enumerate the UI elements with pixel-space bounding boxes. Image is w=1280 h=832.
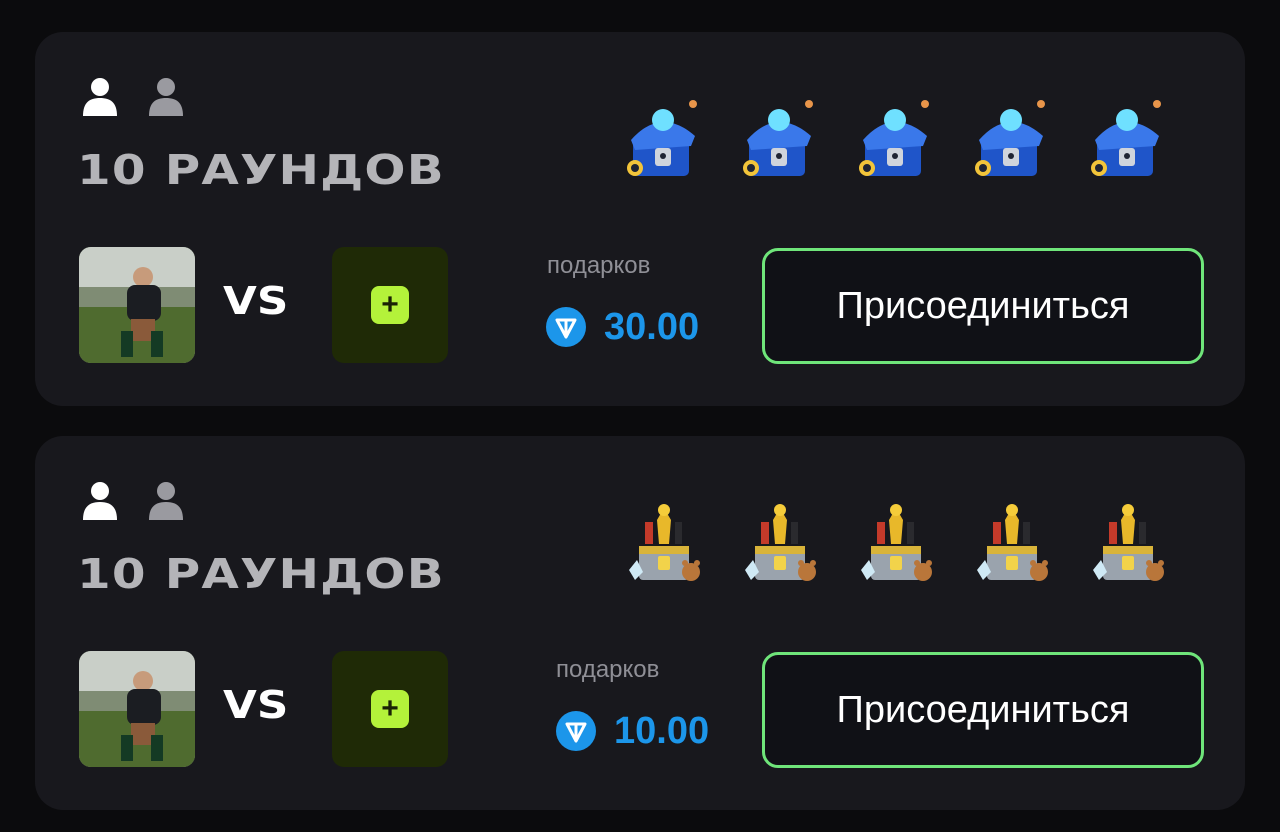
- player-slots: [81, 76, 185, 116]
- blue-chest-icon: [859, 100, 929, 176]
- rounds-title: 10 РАУНДОВ: [77, 550, 445, 598]
- join-button[interactable]: Присоединиться: [762, 652, 1204, 768]
- lobby-card: 10 РАУНДОВ: [35, 32, 1245, 406]
- chest-list: [625, 96, 1167, 186]
- player-avatar: [79, 651, 195, 767]
- vs-label: VS: [223, 683, 289, 727]
- empty-player-slot[interactable]: +: [332, 651, 448, 767]
- prize-label: подарков: [556, 656, 660, 683]
- prize-value: 10.00: [614, 710, 710, 752]
- user-icon: [83, 78, 117, 116]
- gold-chest-icon: [1093, 504, 1164, 581]
- blue-chest-icon: [743, 100, 813, 176]
- player-avatar: [79, 247, 195, 363]
- join-button[interactable]: Присоединиться: [762, 248, 1204, 364]
- chest-list: [625, 500, 1167, 590]
- prize-amount: 10.00: [556, 711, 709, 751]
- gold-chest-icon: [861, 504, 932, 581]
- blue-chest-icon: [1091, 100, 1161, 176]
- plus-icon: +: [371, 690, 409, 728]
- ton-icon: [546, 307, 586, 347]
- rounds-title: 10 РАУНДОВ: [77, 146, 445, 194]
- prize-label: подарков: [547, 252, 651, 279]
- gold-chest-icon: [629, 504, 700, 581]
- vs-label: VS: [223, 279, 289, 323]
- lobby-card: 10 РАУНДОВ: [35, 436, 1245, 810]
- blue-chest-icon: [975, 100, 1045, 176]
- blue-chest-icon: [627, 100, 697, 176]
- player-slots: [81, 480, 185, 520]
- gold-chest-icon: [745, 504, 816, 581]
- plus-icon: +: [371, 286, 409, 324]
- user-icon: [149, 482, 183, 520]
- prize-amount: 30.00: [546, 307, 699, 347]
- ton-icon: [556, 711, 596, 751]
- prize-value: 30.00: [604, 306, 700, 348]
- user-icon: [83, 482, 117, 520]
- gold-chest-icon: [977, 504, 1048, 581]
- user-icon: [149, 78, 183, 116]
- empty-player-slot[interactable]: +: [332, 247, 448, 363]
